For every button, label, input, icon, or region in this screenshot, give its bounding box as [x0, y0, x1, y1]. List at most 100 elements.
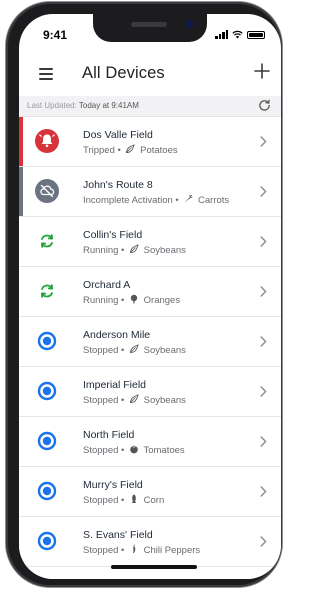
- pepper-icon: [129, 544, 139, 557]
- chevron-right-icon: [260, 536, 267, 547]
- chevron-right-icon: [260, 186, 267, 197]
- device-row[interactable]: John's Route 8 Incomplete Activation • Ca…: [19, 167, 281, 217]
- seedling-icon: [129, 344, 139, 357]
- page-title: All Devices: [82, 64, 165, 82]
- device-status: Stopped: [83, 445, 119, 456]
- device-crop: Soybeans: [141, 395, 186, 406]
- hamburger-menu-icon[interactable]: [39, 68, 53, 80]
- device-name: Orchard A: [83, 279, 131, 291]
- refresh-icon[interactable]: [258, 99, 271, 112]
- screen: 9:41 All Devices Last Updated: Today at …: [19, 14, 281, 579]
- chevron-right-icon: [260, 136, 267, 147]
- app-header: All Devices: [19, 54, 281, 96]
- device-status: Stopped: [83, 545, 119, 556]
- last-updated-value: Today at 9:41AM: [78, 101, 139, 110]
- device-row[interactable]: S. Evans' Field Stopped • Chili Peppers: [19, 517, 281, 567]
- carrot-icon: [183, 194, 193, 207]
- device-subtitle: Running • Soybeans: [83, 244, 186, 257]
- wifi-icon: [232, 30, 243, 39]
- last-updated-label: Last Updated:: [27, 101, 77, 110]
- separator-dot: •: [118, 245, 127, 256]
- phone-frame: 9:41 All Devices Last Updated: Today at …: [6, 2, 282, 587]
- device-name: Murry's Field: [83, 479, 143, 491]
- device-status: Running: [83, 295, 119, 306]
- separator-dot: •: [118, 445, 128, 456]
- separator-dot: •: [118, 395, 128, 406]
- status-accent-bar: [19, 117, 23, 166]
- front-camera: [185, 20, 193, 28]
- battery-icon: [247, 30, 265, 39]
- separator-dot: •: [118, 545, 128, 556]
- last-updated-bar: Last Updated: Today at 9:41AM: [19, 96, 281, 117]
- device-status: Stopped: [83, 495, 119, 506]
- device-name: S. Evans' Field: [83, 529, 153, 541]
- device-row[interactable]: Orchard A Running • Oranges: [19, 267, 281, 317]
- device-status: Running: [83, 245, 119, 256]
- seedling-icon: [129, 394, 139, 407]
- corn-icon: [129, 494, 139, 507]
- device-name: North Field: [83, 429, 135, 441]
- separator-dot: •: [114, 145, 124, 156]
- cellular-signal-icon: [215, 30, 228, 39]
- device-crop: Soybeans: [141, 345, 186, 356]
- device-status: Stopped: [83, 345, 119, 356]
- device-name: Dos Valle Field: [83, 129, 153, 141]
- camera-notch: [93, 14, 207, 42]
- device-row[interactable]: Collin's Field Running • Soybeans: [19, 217, 281, 267]
- separator-dot: •: [118, 345, 128, 356]
- stop-circle-icon: [35, 329, 59, 353]
- chevron-right-icon: [260, 386, 267, 397]
- device-subtitle: Incomplete Activation • Carrots: [83, 194, 229, 207]
- plus-icon[interactable]: [253, 62, 271, 80]
- device-subtitle: Running • Oranges: [83, 294, 180, 307]
- device-name: Imperial Field: [83, 379, 147, 391]
- alarm-bell-icon: [35, 129, 59, 153]
- status-icons: [215, 30, 265, 39]
- status-accent-bar: [19, 167, 23, 216]
- device-row[interactable]: North Field Stopped • Tomatoes: [19, 417, 281, 467]
- sync-icon: [35, 229, 59, 253]
- device-row[interactable]: Imperial Field Stopped • Soybeans: [19, 367, 281, 417]
- chevron-right-icon: [260, 436, 267, 447]
- tomato-icon: [129, 444, 139, 457]
- device-subtitle: Stopped • Soybeans: [83, 394, 186, 407]
- device-subtitle: Stopped • Tomatoes: [83, 444, 185, 457]
- device-row[interactable]: Murry's Field Stopped • Corn: [19, 467, 281, 517]
- device-crop: Carrots: [195, 195, 230, 206]
- device-row[interactable]: Dos Valle Field Tripped • Potatoes: [19, 117, 281, 167]
- stop-circle-icon: [35, 379, 59, 403]
- device-status: Stopped: [83, 395, 119, 406]
- stop-circle-icon: [35, 429, 59, 453]
- separator-dot: •: [172, 195, 182, 206]
- device-crop: Chili Peppers: [141, 545, 201, 556]
- device-status: Tripped: [83, 145, 115, 156]
- separator-dot: •: [118, 495, 128, 506]
- last-updated-text: Last Updated: Today at 9:41AM: [27, 101, 139, 110]
- device-crop: Potatoes: [137, 145, 178, 156]
- seedling-icon: [129, 244, 139, 257]
- device-crop: Soybeans: [141, 245, 186, 256]
- chevron-right-icon: [260, 486, 267, 497]
- status-time: 9:41: [43, 28, 68, 42]
- sync-icon: [35, 279, 59, 303]
- device-row[interactable]: Anderson Mile Stopped • Soybeans: [19, 317, 281, 367]
- device-status: Incomplete Activation: [83, 195, 173, 206]
- device-subtitle: Tripped • Potatoes: [83, 144, 178, 157]
- home-indicator: [111, 565, 197, 569]
- separator-dot: •: [118, 295, 127, 306]
- device-name: Anderson Mile: [83, 329, 151, 341]
- device-subtitle: Stopped • Corn: [83, 494, 164, 507]
- cloud-off-icon: [35, 179, 59, 203]
- chevron-right-icon: [260, 236, 267, 247]
- chevron-right-icon: [260, 286, 267, 297]
- chevron-right-icon: [260, 336, 267, 347]
- device-name: John's Route 8: [83, 179, 153, 191]
- seedling-icon: [125, 144, 136, 157]
- device-crop: Tomatoes: [141, 445, 185, 456]
- device-subtitle: Stopped • Chili Peppers: [83, 544, 200, 557]
- device-crop: Oranges: [141, 295, 181, 306]
- speaker: [131, 22, 167, 27]
- device-subtitle: Stopped • Soybeans: [83, 344, 186, 357]
- device-list: Dos Valle Field Tripped • Potatoes John's…: [19, 117, 281, 579]
- stop-circle-icon: [35, 529, 59, 553]
